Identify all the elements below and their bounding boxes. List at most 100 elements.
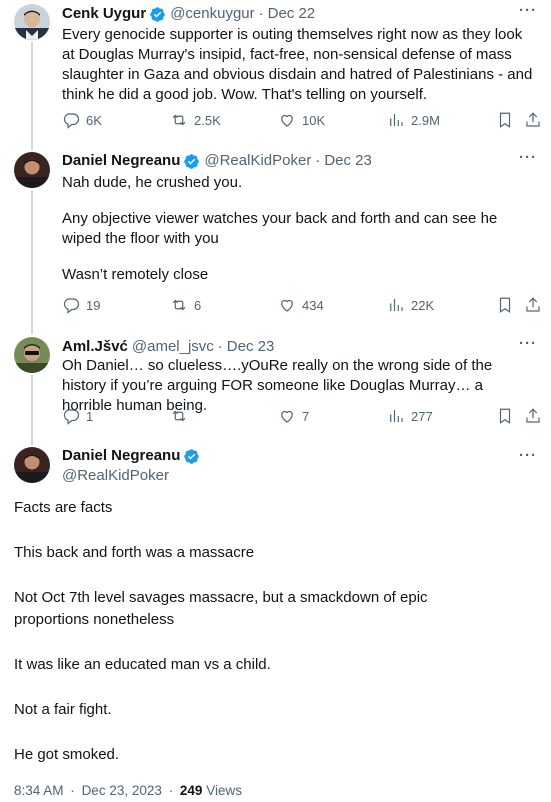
share-button[interactable]	[524, 110, 542, 130]
verified-badge-icon	[149, 6, 166, 23]
repost-button[interactable]: 2.5K	[170, 110, 221, 130]
reply-button[interactable]: 19	[62, 295, 100, 315]
reply-icon	[63, 113, 80, 129]
separator-dot: ·	[217, 338, 223, 355]
views-button[interactable]: 22K	[387, 295, 434, 315]
analytics-icon	[390, 410, 403, 422]
more-options-icon[interactable]: ···	[519, 335, 537, 352]
thread-line	[31, 42, 33, 150]
like-button[interactable]: 434	[278, 295, 324, 315]
repost-button[interactable]: 6	[170, 295, 201, 315]
heart-icon	[281, 410, 293, 423]
tweet-paragraph: It was like an educated man vs a child.	[14, 656, 271, 673]
tweet-paragraph: Not a fair fight.	[14, 701, 112, 718]
tweet-paragraph: Nah dude, he crushed you.	[62, 174, 243, 191]
avatar-image	[14, 152, 50, 188]
like-count: 434	[302, 297, 324, 313]
tweet-paragraph: Wasn’t remotely close	[62, 266, 209, 283]
more-options-icon[interactable]: ···	[519, 149, 537, 166]
tweet-time[interactable]: 8:34 AM	[14, 783, 64, 798]
views-count: 2.9M	[411, 112, 440, 128]
repost-icon	[172, 410, 186, 422]
tweet-meta: 8:34 AM · Dec 23, 2023 · 249 Views	[14, 783, 242, 798]
bookmark-icon	[499, 408, 511, 424]
heart-icon	[281, 299, 293, 312]
like-count: 7	[302, 408, 310, 424]
views-count: 249	[179, 783, 203, 798]
author-name[interactable]: Daniel Negreanu	[62, 446, 180, 466]
tweet-paragraph: Facts are facts	[14, 499, 113, 516]
like-count: 10K	[302, 112, 326, 128]
reply-button[interactable]: 6K	[62, 110, 102, 130]
separator-dot: ·	[70, 783, 75, 798]
separator-dot: ·	[168, 783, 174, 798]
thread-line	[31, 190, 33, 334]
tweet-date[interactable]: Dec 23	[324, 151, 372, 171]
share-icon	[526, 112, 540, 127]
separator-dot: ·	[315, 152, 321, 169]
author-handle[interactable]: @amel_jsvc	[132, 337, 214, 357]
author-handle[interactable]: @cenkuygur	[170, 4, 254, 24]
bookmark-button[interactable]	[496, 110, 514, 130]
author-handle[interactable]: @RealKidPoker	[204, 151, 311, 171]
views-button[interactable]: 2.9M	[387, 110, 440, 130]
thread-line	[31, 375, 33, 445]
tweet-full-date[interactable]: Dec 23, 2023	[82, 783, 162, 798]
share-button[interactable]	[524, 406, 542, 426]
tweet-actions: 1 7 277	[62, 406, 540, 426]
avatar-cenk[interactable]	[14, 4, 50, 40]
bookmark-icon	[499, 297, 511, 313]
repost-count: 6	[194, 297, 202, 313]
views-label: Views	[206, 783, 242, 798]
avatar-image	[14, 447, 50, 483]
bookmark-button[interactable]	[496, 406, 514, 426]
share-icon	[526, 408, 540, 423]
tweet-actions: 19 6 434 22K	[62, 295, 540, 315]
tweet-date[interactable]: Dec 23	[227, 337, 275, 357]
tweet-date[interactable]: Dec 22	[268, 4, 316, 24]
reply-count: 1	[86, 408, 94, 424]
author-name[interactable]: Daniel Negreanu	[62, 151, 180, 171]
avatar-aml[interactable]	[14, 337, 50, 373]
author-handle[interactable]: @RealKidPoker	[62, 466, 169, 486]
author-name[interactable]: Cenk Uygur	[62, 4, 146, 24]
avatar-daniel[interactable]	[14, 152, 50, 188]
reply-count: 6K	[86, 112, 102, 128]
tweet-actions: 6K 2.5K 10K 2.9M	[62, 110, 540, 130]
repost-icon	[172, 114, 186, 126]
more-options-icon[interactable]: ···	[519, 447, 537, 464]
author-name[interactable]: Aml.Jšvć	[62, 337, 128, 357]
tweet-paragraph: He got smoked.	[14, 746, 120, 763]
avatar-image	[14, 4, 50, 40]
tweet-text: Every genocide supporter is outing thems…	[62, 25, 537, 105]
like-button[interactable]: 10K	[278, 110, 325, 130]
avatar-daniel-main[interactable]	[14, 447, 50, 483]
repost-icon	[172, 299, 186, 311]
heart-icon	[281, 114, 293, 127]
views-button[interactable]: 277	[387, 406, 433, 426]
analytics-icon	[390, 299, 403, 311]
reply-button[interactable]: 1	[62, 406, 93, 426]
reply-count: 19	[86, 297, 101, 313]
tweet-paragraph: Any objective viewer watches your back a…	[62, 210, 498, 247]
repost-button[interactable]	[170, 406, 194, 426]
analytics-icon	[390, 114, 403, 126]
reply-icon	[63, 298, 80, 314]
separator-dot: ·	[258, 5, 264, 22]
views-count: 277	[411, 408, 433, 424]
share-icon	[526, 297, 540, 312]
tweet-paragraph: Every genocide supporter is outing thems…	[62, 26, 533, 103]
tweet-paragraph: Not Oct 7th level savages massacre, but …	[14, 589, 428, 628]
verified-badge-icon	[183, 448, 200, 465]
reply-icon	[63, 409, 80, 425]
like-button[interactable]: 7	[278, 406, 309, 426]
bookmark-button[interactable]	[496, 295, 514, 315]
more-options-icon[interactable]: ···	[519, 2, 537, 19]
views-count: 22K	[411, 297, 435, 313]
avatar-image	[14, 337, 50, 373]
share-button[interactable]	[524, 295, 542, 315]
bookmark-icon	[499, 112, 511, 128]
verified-badge-icon	[183, 153, 200, 170]
tweet-paragraph: This back and forth was a massacre	[14, 544, 255, 561]
tweet-text: Nah dude, he crushed you. Any objective …	[62, 173, 537, 285]
